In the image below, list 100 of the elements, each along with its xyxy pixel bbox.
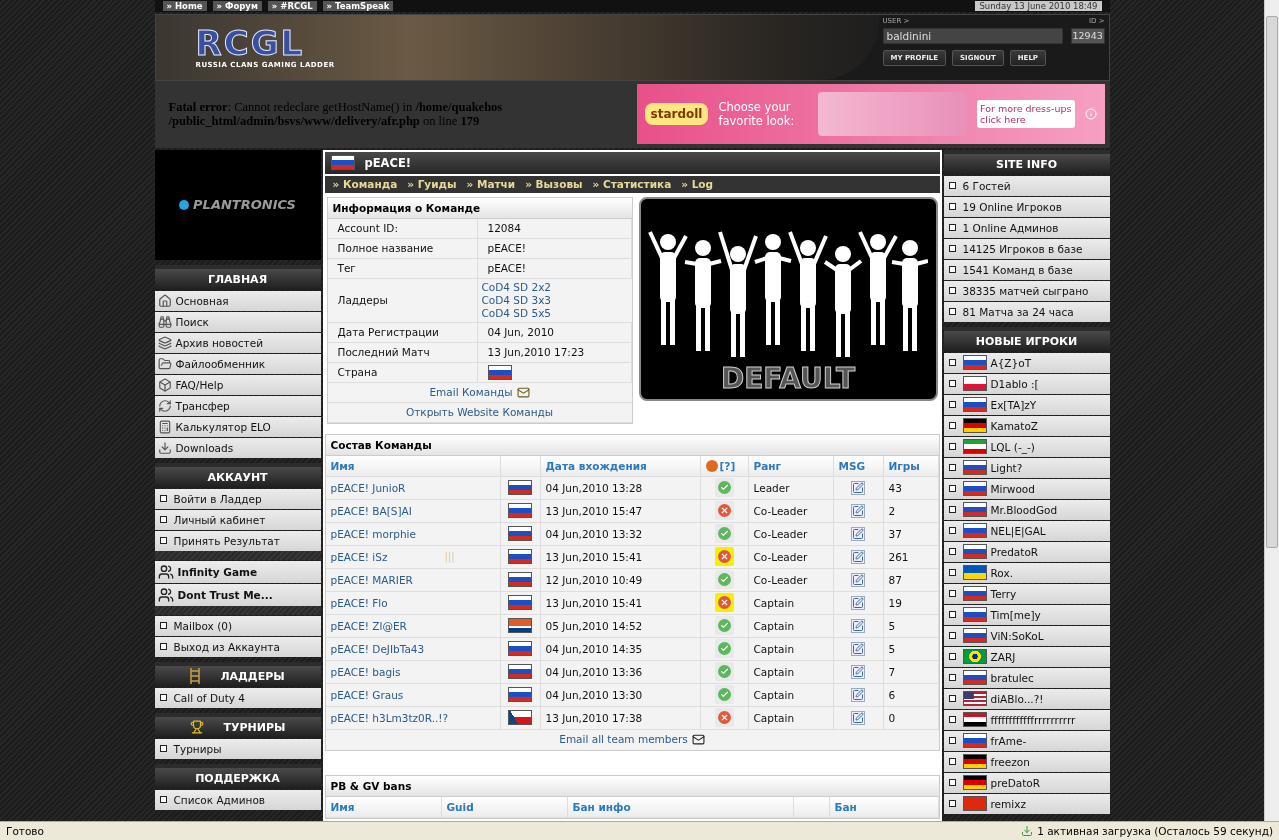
- bullet-icon: [948, 422, 956, 430]
- team-item[interactable]: Dont Trust Me...: [154, 584, 321, 606]
- sidebar-item[interactable]: Архив новостей: [154, 333, 321, 353]
- ad-banner[interactable]: PLANTRONICS: [154, 150, 321, 260]
- download-icon: [157, 441, 172, 455]
- ladder-link[interactable]: CoD4 SD 2x2: [481, 281, 628, 294]
- nav-link[interactable]: » Форум: [212, 0, 262, 11]
- player-link[interactable]: ViN:SoKoL: [990, 630, 1044, 642]
- email-link[interactable]: Email all team members: [559, 733, 688, 747]
- column-header[interactable]: Имя: [325, 797, 442, 818]
- user-id-field[interactable]: 12943: [1070, 27, 1105, 44]
- player-link[interactable]: D1ablo :[: [990, 378, 1039, 390]
- info-value: 12084: [477, 219, 632, 238]
- nav-link[interactable]: » #RCGL: [267, 0, 317, 11]
- player-link[interactable]: A{Z}oT: [990, 357, 1032, 369]
- message-icon[interactable]: [851, 711, 865, 725]
- player-link[interactable]: PredatoR: [990, 546, 1039, 558]
- message-icon[interactable]: [851, 504, 865, 518]
- player-link[interactable]: bratulec: [990, 672, 1034, 684]
- player-link[interactable]: Terry: [990, 588, 1017, 600]
- envelope-icon[interactable]: [516, 386, 530, 399]
- sidebar-item[interactable]: Войти в Ладдер: [154, 489, 321, 509]
- player-link[interactable]: ZARJ: [990, 651, 1016, 663]
- message-icon[interactable]: [851, 665, 865, 679]
- table-cell: 04 Jun,2010 13:32: [540, 523, 701, 546]
- nav-link[interactable]: » Home: [162, 0, 207, 11]
- ad-banner[interactable]: stardoll Choose your favorite look: For more dress-ups click here: [636, 84, 1105, 145]
- panel-title: Информация о Команде: [327, 198, 632, 219]
- team-tab[interactable]: » Log: [681, 178, 714, 191]
- faint-mark: |||: [444, 551, 455, 563]
- sidebar-item[interactable]: Call of Duty 4: [154, 688, 321, 708]
- message-icon[interactable]: [851, 573, 865, 587]
- sidebar-item[interactable]: Турниры: [154, 739, 321, 759]
- bullet-icon: [948, 224, 956, 232]
- stat-text: 6 Гостей: [962, 180, 1011, 192]
- ladder-icon: [190, 668, 201, 685]
- player-link[interactable]: pEACE! iSz: [330, 551, 388, 563]
- nav-link[interactable]: » TeamSpeak: [322, 0, 394, 11]
- table-cell: 04 Jun,2010 13:30: [540, 684, 701, 707]
- player-link[interactable]: freezon: [990, 756, 1030, 768]
- player-link[interactable]: Tim[me]y: [990, 609, 1041, 621]
- sidebar-item[interactable]: Выход из Аккаунта: [154, 637, 321, 657]
- player-link[interactable]: LQL (-_-): [990, 441, 1035, 453]
- sidebar-item[interactable]: Калькулятор ELO: [154, 417, 321, 437]
- player-link[interactable]: Ex[TA]zY: [990, 399, 1037, 411]
- email-link[interactable]: Email Команды: [429, 386, 513, 399]
- message-icon[interactable]: [851, 596, 865, 610]
- team-tab[interactable]: » Статистика: [592, 178, 672, 191]
- bullet-icon: [948, 245, 956, 253]
- sidebar-item[interactable]: Список Админов: [154, 790, 321, 810]
- bullet-icon: [948, 779, 956, 787]
- sidebar-item[interactable]: Трансфер: [154, 396, 321, 416]
- username-field[interactable]: baldinini: [882, 27, 1063, 44]
- bullet-icon: [948, 359, 956, 367]
- info-label: Страна: [327, 363, 478, 382]
- info-value: pEACE!: [477, 239, 632, 258]
- team-item[interactable]: Infinity Game: [154, 561, 321, 583]
- team-tab[interactable]: » Матчи: [466, 178, 516, 191]
- sidebar-item[interactable]: Downloads: [154, 438, 321, 458]
- player-link[interactable]: Rox.: [990, 567, 1013, 579]
- player-link[interactable]: diABlo...?!: [990, 693, 1044, 705]
- sidebar-item[interactable]: Основная: [154, 291, 321, 311]
- trophy-icon: [189, 720, 204, 735]
- section-title: ЛАДДЕРЫ: [220, 670, 285, 683]
- section-title: SITE INFO: [996, 158, 1057, 171]
- message-icon[interactable]: [851, 642, 865, 656]
- help-link[interactable]: [?]: [719, 460, 736, 472]
- ad-link[interactable]: For more dress-ups click here: [977, 100, 1075, 129]
- team-tab[interactable]: » Вызовы: [525, 178, 583, 191]
- sidebar-item[interactable]: Файлообменник: [154, 354, 321, 374]
- column-header[interactable]: Имя: [325, 456, 501, 477]
- sidebar-item[interactable]: Поиск: [154, 312, 321, 332]
- sidebar-item[interactable]: Принять Результат: [154, 531, 321, 551]
- player-link[interactable]: preDatoR: [990, 777, 1041, 789]
- ladder-link[interactable]: CoD4 SD 3x3: [481, 294, 628, 307]
- sidebar-item[interactable]: Личный кабинет: [154, 510, 321, 530]
- column-header[interactable]: Бан инфо: [567, 797, 794, 818]
- message-icon[interactable]: [851, 619, 865, 633]
- player-link[interactable]: frAme-: [990, 735, 1027, 747]
- message-icon[interactable]: [851, 481, 865, 495]
- bullet-icon: [948, 758, 956, 766]
- player-link[interactable]: remixz: [990, 798, 1026, 810]
- sidebar-item[interactable]: FAQ/Help: [154, 375, 321, 395]
- panel-title: PB & GV bans: [325, 776, 939, 797]
- envelope-icon[interactable]: [691, 733, 705, 747]
- bullet-icon: [948, 569, 956, 577]
- ladder-link[interactable]: CoD4 SD 5x5: [481, 307, 628, 320]
- message-icon[interactable]: [851, 527, 865, 541]
- player-link[interactable]: Mirwood: [990, 483, 1035, 495]
- bullet-icon: [159, 622, 167, 630]
- player-link[interactable]: Light?: [990, 462, 1023, 474]
- sidebar-item[interactable]: Mailbox (0): [154, 616, 321, 636]
- player-link[interactable]: pEACE! Flo: [330, 597, 388, 609]
- message-icon[interactable]: [851, 688, 865, 702]
- scrollbar[interactable]: [1264, 0, 1279, 821]
- team-tab[interactable]: » Гуиды: [407, 178, 457, 191]
- message-icon[interactable]: [851, 550, 865, 564]
- bullet-icon: [948, 800, 956, 808]
- team-tab[interactable]: » Команда: [332, 178, 398, 191]
- player-link[interactable]: KamatoZ: [990, 420, 1039, 432]
